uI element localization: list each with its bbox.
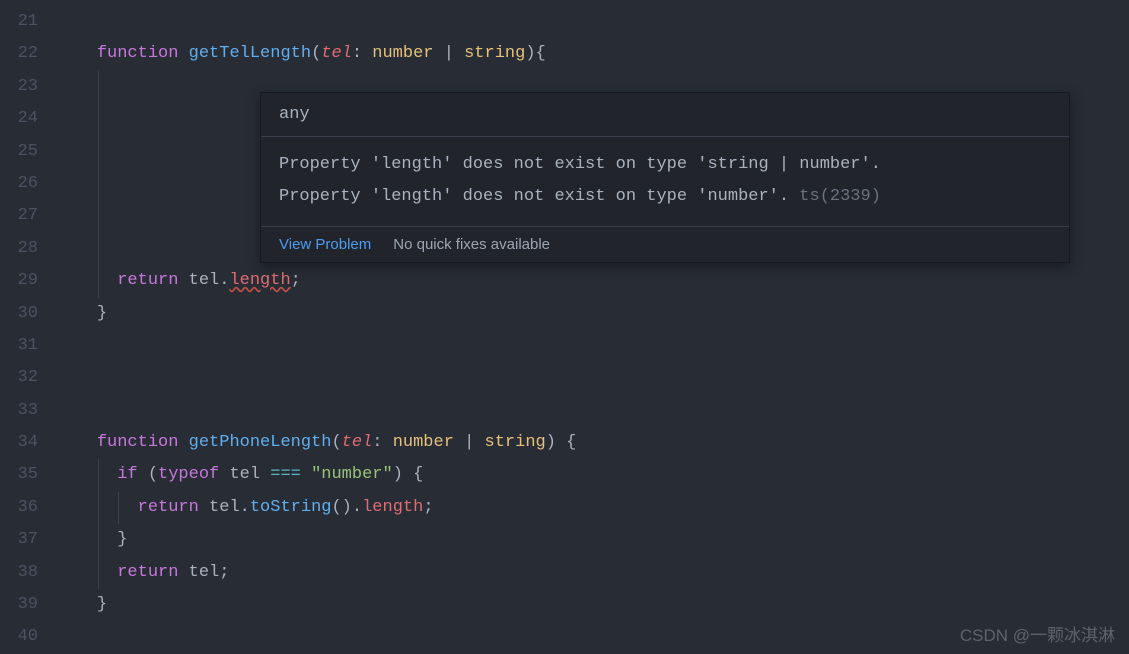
line-number: 31 <box>0 330 38 362</box>
line-number: 34 <box>0 427 38 459</box>
code-line[interactable]: } <box>56 589 1129 621</box>
watermark: CSDN @一颗冰淇淋 <box>960 621 1115 646</box>
line-number: 28 <box>0 233 38 265</box>
view-problem-link[interactable]: View Problem <box>279 236 371 253</box>
code-line[interactable]: return tel.length; <box>56 265 1129 297</box>
line-number: 22 <box>0 38 38 70</box>
line-number: 35 <box>0 459 38 491</box>
line-number: 40 <box>0 621 38 653</box>
tooltip-error-message: Property 'length' does not exist on type… <box>261 137 1069 227</box>
hover-tooltip[interactable]: any Property 'length' does not exist on … <box>260 92 1070 263</box>
line-number: 37 <box>0 524 38 556</box>
line-number: 21 <box>0 6 38 38</box>
code-line[interactable] <box>56 330 1129 362</box>
code-line[interactable] <box>56 362 1129 394</box>
line-number: 30 <box>0 298 38 330</box>
line-number: 24 <box>0 103 38 135</box>
error-token: length <box>229 271 290 290</box>
line-number: 25 <box>0 136 38 168</box>
line-number: 36 <box>0 492 38 524</box>
line-number: 29 <box>0 265 38 297</box>
line-number: 26 <box>0 168 38 200</box>
code-line[interactable] <box>56 395 1129 427</box>
code-line[interactable] <box>56 6 1129 38</box>
line-number: 32 <box>0 362 38 394</box>
line-number: 33 <box>0 395 38 427</box>
tooltip-actions: View Problem No quick fixes available <box>261 227 1069 262</box>
code-line[interactable]: return tel; <box>56 557 1129 589</box>
code-line[interactable]: if (typeof tel === "number") { <box>56 459 1129 491</box>
no-quick-fixes-label: No quick fixes available <box>393 236 550 253</box>
ts-error-code: ts(2339) <box>789 187 881 206</box>
code-line[interactable]: function getTelLength(tel: number | stri… <box>56 38 1129 70</box>
code-line[interactable]: function getPhoneLength(tel: number | st… <box>56 427 1129 459</box>
code-line[interactable]: return tel.toString().length; <box>56 492 1129 524</box>
code-line[interactable]: } <box>56 524 1129 556</box>
line-number-gutter: 21 22 23 24 25 26 27 28 29 30 31 32 33 3… <box>0 0 56 654</box>
code-line[interactable]: } <box>56 298 1129 330</box>
line-number: 27 <box>0 200 38 232</box>
line-number: 23 <box>0 71 38 103</box>
tooltip-signature: any <box>261 93 1069 137</box>
line-number: 38 <box>0 557 38 589</box>
line-number: 39 <box>0 589 38 621</box>
